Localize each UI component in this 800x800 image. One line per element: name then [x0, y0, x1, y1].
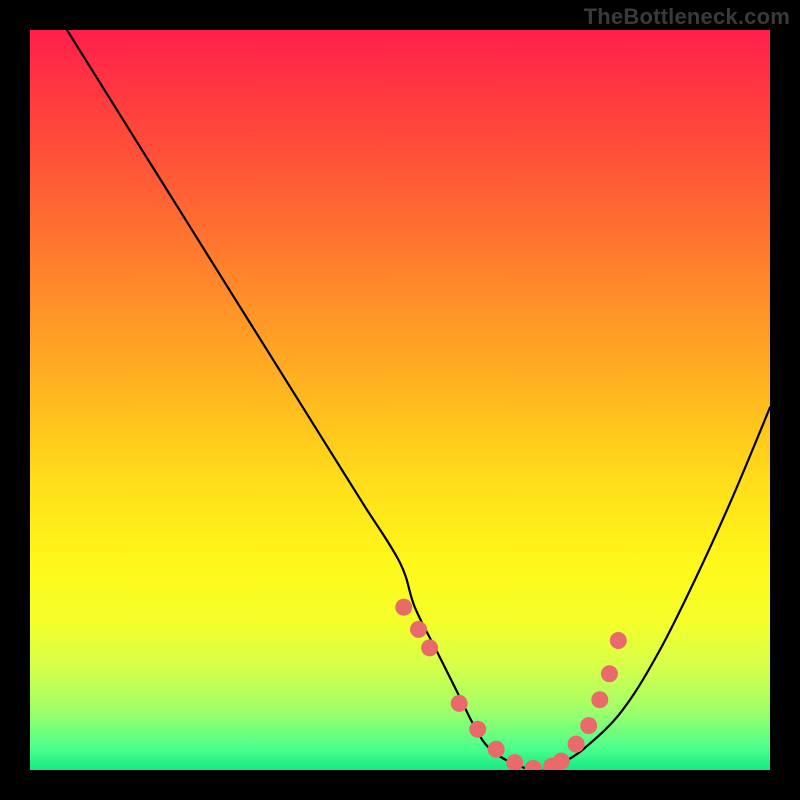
gradient-plot-area: [30, 30, 770, 770]
marker-dot: [469, 721, 486, 738]
curve-svg: [30, 30, 770, 770]
marker-dot: [568, 736, 585, 753]
marker-dot: [395, 599, 412, 616]
marker-dot: [488, 741, 505, 758]
marker-dot: [421, 639, 438, 656]
marker-dot: [580, 717, 597, 734]
marker-dot: [553, 753, 570, 770]
attribution-text: TheBottleneck.com: [584, 4, 790, 30]
chart-stage: TheBottleneck.com: [0, 0, 800, 800]
marker-dots-group: [395, 599, 627, 770]
marker-dot: [506, 754, 523, 770]
marker-dot: [591, 691, 608, 708]
marker-dot: [410, 621, 427, 638]
bottleneck-curve: [67, 30, 770, 770]
marker-dot: [610, 632, 627, 649]
marker-dot: [525, 760, 542, 770]
marker-dot: [451, 695, 468, 712]
marker-dot: [601, 665, 618, 682]
